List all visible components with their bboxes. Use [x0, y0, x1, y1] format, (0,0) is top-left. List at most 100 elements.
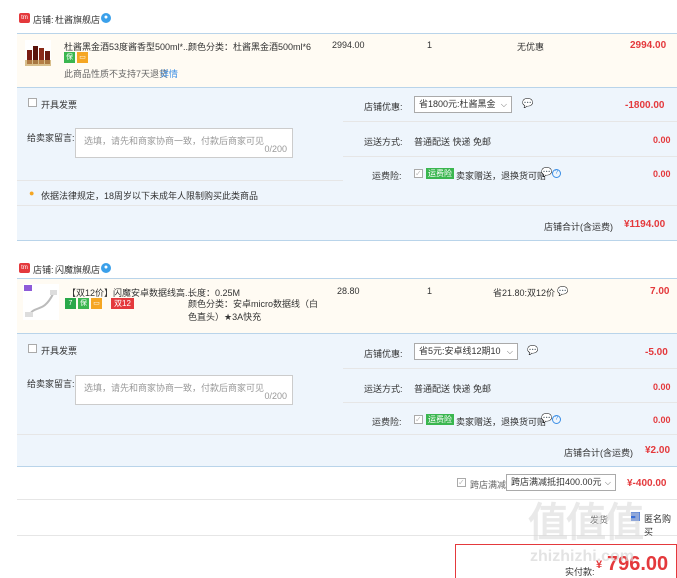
- message-placeholder: 选填，请先和商家协商一致，付款后商家可见: [84, 383, 265, 393]
- shipping-amount: 0.00: [653, 382, 671, 392]
- shipping-value: 普通配送 快递 免邮: [414, 137, 492, 147]
- divider: [343, 368, 677, 369]
- watermark-text: zhizhizhi.com: [530, 548, 634, 565]
- chevron-down-icon: ⌵: [506, 347, 513, 356]
- wangwang-icon[interactable]: ●: [101, 263, 111, 273]
- insurance-badge: 运费险: [426, 414, 454, 425]
- guarantee-icon: 保: [78, 298, 89, 309]
- divider: [343, 402, 677, 403]
- invoice-checkbox[interactable]: [28, 344, 37, 353]
- seller-message-input[interactable]: 选填，请先和商家协商一致，付款后商家可见 0/200: [75, 375, 293, 405]
- coupon-select[interactable]: 省1800元:杜酱黑金 ⌵: [414, 96, 512, 113]
- anon-label: 匿名购买: [644, 514, 672, 537]
- insurance-label: 运费险:: [372, 171, 402, 181]
- cross-store-label: 跨店满减: [470, 480, 507, 490]
- item-price: 28.80: [337, 286, 360, 296]
- subtotal-label: 店铺合计(含运费): [564, 448, 633, 458]
- legal-notice: 依据法律规定，18周岁以下未成年人限制购买此类商品: [41, 191, 259, 201]
- chat-icon[interactable]: 💬: [557, 286, 568, 297]
- warning-icon: ●: [29, 188, 35, 198]
- subtotal: ¥2.00: [645, 445, 671, 456]
- divider: [17, 180, 343, 181]
- insurance-amount: 0.00: [653, 415, 671, 425]
- guarantee-icon: 保: [64, 52, 75, 63]
- message-count: 0/200: [264, 391, 287, 401]
- seller-message-input[interactable]: 选填，请先和商家协商一致，付款后商家可见 0/200: [75, 128, 293, 158]
- chat-icon[interactable]: 💬: [541, 167, 552, 178]
- item-total: 7.00: [650, 286, 670, 297]
- cross-store-checkbox[interactable]: [457, 478, 466, 487]
- wangwang-icon[interactable]: ●: [101, 13, 111, 23]
- insurance-badge: 运费险: [426, 168, 454, 179]
- shop1-item-row: 杜酱黑金酒53度酱香型500ml*... 保 ▭ 颜色分类：杜酱黑金酒500ml…: [17, 33, 677, 87]
- chevron-down-icon: ⌵: [604, 478, 611, 487]
- item-total: 2994.00: [630, 40, 667, 51]
- divider: [343, 156, 677, 157]
- item-spec: 颜色分类：杜酱黑金酒500ml*6: [188, 42, 312, 52]
- insurance-checkbox[interactable]: [414, 169, 423, 178]
- shop-name[interactable]: 杜酱旗舰店: [55, 13, 100, 26]
- item-spec-color: 颜色分类：安卓micro数据线（白色直头）★3A快充: [188, 299, 318, 322]
- divider: [17, 434, 677, 435]
- cross-store-value: 跨店满减抵扣400.00元: [511, 477, 602, 487]
- shop-icon: tm: [19, 13, 30, 23]
- pay-label: 实付款:: [565, 567, 595, 577]
- shop1-header: tm 店铺: 杜酱旗舰店 ●: [0, 0, 677, 26]
- message-count: 0/200: [264, 144, 287, 154]
- divider: [17, 205, 677, 206]
- product-thumbnail-cable[interactable]: [23, 284, 59, 320]
- watermark-logo: 值值值: [528, 501, 644, 545]
- insurance-checkbox[interactable]: [414, 415, 423, 424]
- detail-link[interactable]: 详情: [160, 67, 178, 80]
- shop2-item-row: 【双12价】闪魔安卓数据线高... 7 保 ▭ 双12 长度：0.25M 颜色分…: [17, 278, 677, 333]
- shop-icon: tm: [19, 263, 30, 273]
- item-qty: 1: [427, 40, 433, 50]
- help-icon[interactable]: ?: [552, 169, 561, 178]
- double12-tag: 双12: [111, 298, 134, 309]
- shipping-amount: 0.00: [653, 135, 671, 145]
- shipping-label: 运送方式:: [364, 137, 403, 147]
- coupon-amount: -1800.00: [625, 100, 665, 111]
- coupon-label: 店铺优惠:: [364, 349, 403, 359]
- message-label: 给卖家留言:: [27, 133, 75, 143]
- chat-icon[interactable]: 💬: [527, 345, 538, 356]
- invoice-label: 开具发票: [41, 100, 78, 110]
- chat-icon[interactable]: 💬: [541, 413, 552, 424]
- coupon-label: 店铺优惠:: [364, 102, 403, 112]
- tag-7: 7: [65, 298, 76, 309]
- card-icon: ▭: [91, 298, 102, 309]
- shop2-header: tm 店铺: 闪魔旗舰店 ●: [0, 256, 677, 280]
- shop1-options: 开具发票 给卖家留言: 选填，请先和商家协商一致，付款后商家可见 0/200 ●…: [17, 87, 677, 241]
- coupon-amount: -5.00: [645, 347, 668, 358]
- shop-label: 店铺:: [33, 15, 54, 25]
- shipping-label: 运送方式:: [364, 384, 403, 394]
- cross-store-amount: ¥-400.00: [627, 478, 667, 489]
- subtotal-label: 店铺合计(含运费): [544, 222, 613, 232]
- coupon-value: 省5元:安卓线12期10: [419, 346, 501, 356]
- return-note: 此商品性质不支持7天退货: [64, 69, 169, 79]
- invoice-label: 开具发票: [41, 346, 78, 356]
- subtotal: ¥1194.00: [624, 219, 666, 230]
- insurance-amount: 0.00: [653, 169, 671, 179]
- cross-store-select[interactable]: 跨店满减抵扣400.00元 ⌵: [506, 474, 616, 491]
- shop-label: 店铺:: [33, 265, 54, 275]
- message-placeholder: 选填，请先和商家协商一致，付款后商家可见: [84, 136, 265, 146]
- product-thumbnail-liquor[interactable]: [25, 40, 51, 66]
- invoice-checkbox[interactable]: [28, 98, 37, 107]
- shipping-value: 普通配送 快递 免邮: [414, 384, 492, 394]
- card-icon: ▭: [77, 52, 88, 63]
- insurance-label: 运费险:: [372, 417, 402, 427]
- shop-name[interactable]: 闪魔旗舰店: [55, 263, 100, 276]
- insurance-text: 卖家赠送，退换货可赔: [456, 171, 547, 181]
- shop2-options: 开具发票 给卖家留言: 选填，请先和商家协商一致，付款后商家可见 0/200 店…: [17, 333, 677, 467]
- divider: [343, 121, 677, 122]
- coupon-select[interactable]: 省5元:安卓线12期10 ⌵: [414, 343, 518, 360]
- item-qty: 1: [427, 286, 433, 296]
- item-price: 2994.00: [332, 40, 365, 50]
- item-discount: 无优惠: [517, 42, 545, 52]
- item-discount: 省21.80:双12价: [493, 288, 556, 298]
- chat-icon[interactable]: 💬: [522, 98, 533, 109]
- insurance-text: 卖家赠送，退换货可赔: [456, 417, 547, 427]
- message-label: 给卖家留言:: [27, 379, 75, 389]
- help-icon[interactable]: ?: [552, 415, 561, 424]
